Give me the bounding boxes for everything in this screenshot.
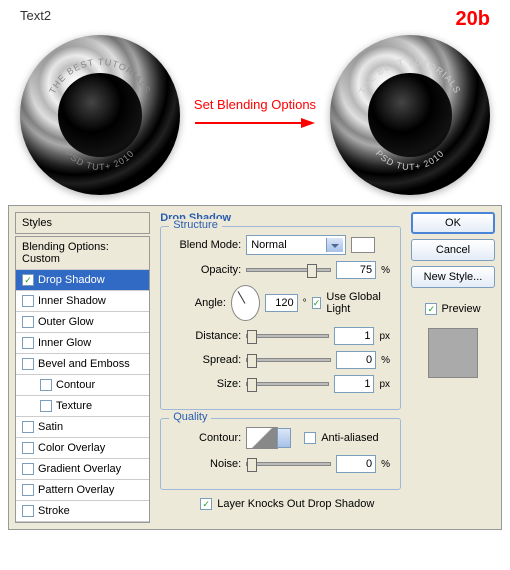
opacity-unit: % [381, 265, 390, 276]
opacity-label: Opacity: [171, 264, 241, 276]
styles-header[interactable]: Styles [15, 212, 150, 234]
style-label: Contour [56, 379, 95, 391]
spread-label: Spread: [171, 354, 241, 366]
style-label: Outer Glow [38, 316, 94, 328]
layer-name-label: Text2 [20, 8, 51, 23]
style-label: Drop Shadow [38, 274, 105, 286]
lens-after: THE BEST TUTORIALS PSD TUT+ 2010 [330, 35, 490, 195]
noise-input[interactable]: 0 [336, 455, 376, 473]
ok-button[interactable]: OK [411, 212, 495, 234]
blend-mode-label: Blend Mode: [171, 239, 241, 251]
svg-text:THE BEST TUTORIALS: THE BEST TUTORIALS [357, 57, 463, 95]
size-input[interactable]: 1 [334, 375, 374, 393]
checkbox-icon[interactable] [22, 484, 34, 496]
style-item-gradient-overlay[interactable]: Gradient Overlay [16, 459, 149, 480]
style-label: Pattern Overlay [38, 484, 114, 496]
angle-dial[interactable] [231, 285, 260, 321]
checkbox-icon[interactable] [22, 337, 34, 349]
style-item-outer-glow[interactable]: Outer Glow [16, 312, 149, 333]
global-light-label: Use Global Light [326, 291, 390, 315]
new-style-button[interactable]: New Style... [411, 266, 495, 288]
checkbox-icon[interactable] [22, 316, 34, 328]
style-label: Inner Glow [38, 337, 91, 349]
checkbox-icon[interactable] [22, 421, 34, 433]
lens-before: THE BEST TUTORIALS PSD TUT+ 2010 [20, 35, 180, 195]
style-item-texture[interactable]: Texture [16, 396, 149, 417]
anti-aliased-label: Anti-aliased [321, 432, 378, 444]
size-label: Size: [171, 378, 241, 390]
noise-unit: % [381, 459, 390, 470]
structure-legend: Structure [169, 219, 222, 231]
checkbox-icon[interactable] [40, 400, 52, 412]
style-label: Texture [56, 400, 92, 412]
checkbox-icon[interactable] [22, 463, 34, 475]
anti-aliased-checkbox[interactable] [304, 432, 316, 444]
step-number: 20b [456, 8, 490, 31]
distance-input[interactable]: 1 [334, 327, 374, 345]
spread-unit: % [381, 355, 390, 366]
cancel-button[interactable]: Cancel [411, 239, 495, 261]
opacity-slider[interactable] [246, 268, 331, 272]
layer-style-dialog: Styles Blending Options: Custom ✓ Drop Sh… [8, 205, 502, 530]
style-label: Satin [38, 421, 63, 433]
knockout-checkbox[interactable]: ✓ [200, 498, 212, 510]
checkbox-icon[interactable] [22, 442, 34, 454]
contour-picker[interactable] [246, 427, 278, 449]
structure-fieldset: Structure Blend Mode: Normal Opacity: 75… [160, 226, 401, 410]
style-label: Inner Shadow [38, 295, 106, 307]
size-unit: px [379, 379, 390, 390]
spread-input[interactable]: 0 [336, 351, 376, 369]
tutorial-header: Text2 20b THE BEST TUTORIALS PSD TUT+ 20… [0, 0, 510, 205]
style-item-inner-glow[interactable]: Inner Glow [16, 333, 149, 354]
blending-options-item[interactable]: Blending Options: Custom [16, 237, 149, 270]
style-item-color-overlay[interactable]: Color Overlay [16, 438, 149, 459]
styles-list: Blending Options: Custom ✓ Drop Shadow In… [15, 236, 150, 523]
style-item-inner-shadow[interactable]: Inner Shadow [16, 291, 149, 312]
preview-swatch [428, 328, 478, 378]
contour-label: Contour: [171, 432, 241, 444]
quality-legend: Quality [169, 411, 211, 423]
noise-label: Noise: [171, 458, 241, 470]
style-item-satin[interactable]: Satin [16, 417, 149, 438]
style-label: Color Overlay [38, 442, 105, 454]
size-slider[interactable] [246, 382, 329, 386]
opacity-input[interactable]: 75 [336, 261, 376, 279]
distance-label: Distance: [171, 330, 241, 342]
distance-slider[interactable] [246, 334, 329, 338]
svg-text:PSD TUT+ 2010: PSD TUT+ 2010 [64, 148, 137, 172]
style-item-pattern-overlay[interactable]: Pattern Overlay [16, 480, 149, 501]
style-item-drop-shadow[interactable]: ✓ Drop Shadow [16, 270, 149, 291]
blend-mode-select[interactable]: Normal [246, 235, 346, 255]
arrow-caption: Set Blending Options [188, 97, 322, 112]
style-item-contour[interactable]: Contour [16, 375, 149, 396]
svg-text:THE BEST TUTORIALS: THE BEST TUTORIALS [47, 57, 153, 95]
style-item-bevel-emboss[interactable]: Bevel and Emboss [16, 354, 149, 375]
style-label: Stroke [38, 505, 70, 517]
angle-unit: ° [303, 298, 307, 309]
checkbox-icon[interactable] [40, 379, 52, 391]
checkbox-icon[interactable] [22, 505, 34, 517]
style-item-stroke[interactable]: Stroke [16, 501, 149, 522]
shadow-color-swatch[interactable] [351, 237, 375, 253]
distance-unit: px [379, 331, 390, 342]
svg-text:PSD TUT+ 2010: PSD TUT+ 2010 [374, 148, 447, 172]
quality-fieldset: Quality Contour: Anti-aliased Noise: 0 % [160, 418, 401, 490]
spread-slider[interactable] [246, 358, 331, 362]
angle-label: Angle: [171, 297, 226, 309]
preview-label: Preview [441, 303, 480, 315]
preview-checkbox[interactable]: ✓ [425, 303, 437, 315]
checkbox-icon[interactable] [22, 358, 34, 370]
style-label: Bevel and Emboss [38, 358, 130, 370]
knockout-label: Layer Knocks Out Drop Shadow [217, 498, 374, 510]
global-light-checkbox[interactable]: ✓ [312, 297, 322, 309]
style-label: Gradient Overlay [38, 463, 121, 475]
angle-input[interactable]: 120 [265, 294, 298, 312]
arrow-icon [188, 116, 322, 130]
noise-slider[interactable] [246, 462, 331, 466]
checkbox-icon[interactable] [22, 295, 34, 307]
checkbox-icon[interactable]: ✓ [22, 274, 34, 286]
